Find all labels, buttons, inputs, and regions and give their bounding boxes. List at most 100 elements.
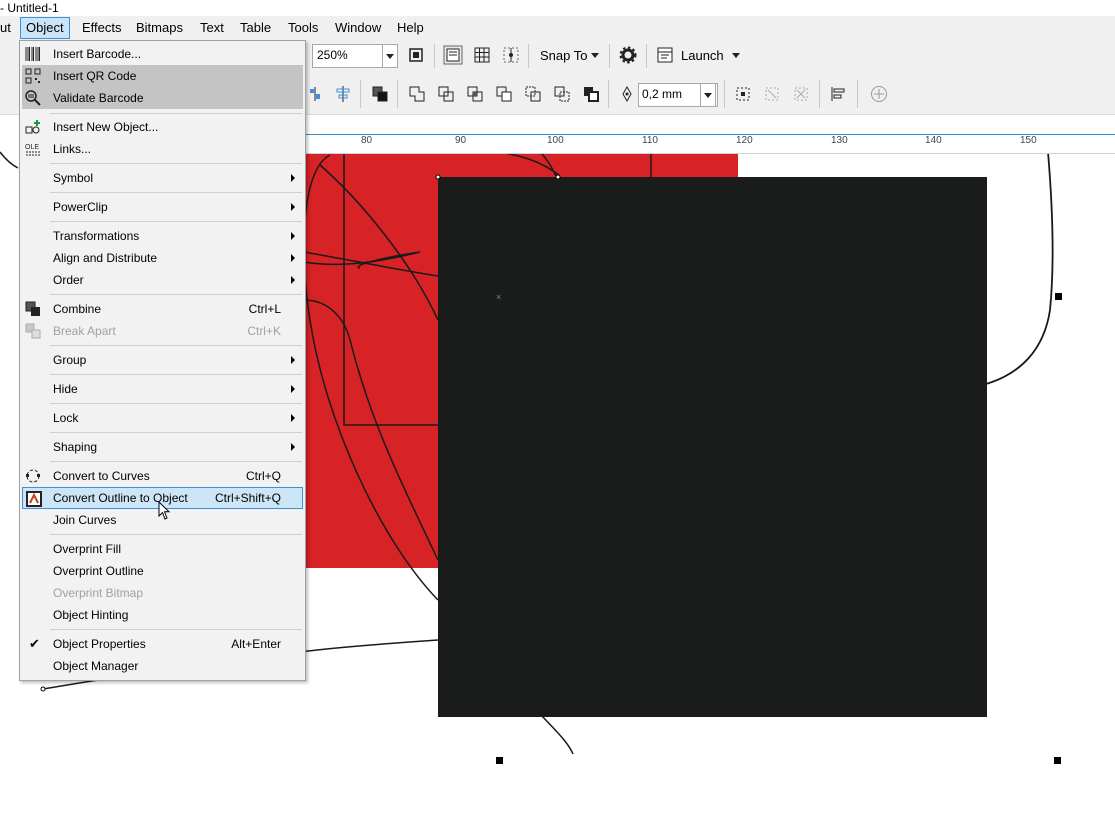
node-handle[interactable] bbox=[435, 174, 441, 180]
menu-effects[interactable]: Effects bbox=[77, 18, 127, 38]
menu-item-object-properties[interactable]: ✔ Object Properties Alt+Enter bbox=[22, 633, 303, 655]
unlink-all-icon bbox=[794, 87, 808, 101]
barcode-icon bbox=[25, 47, 40, 61]
outline-width-dropdown-button[interactable] bbox=[700, 83, 716, 107]
create-boundary-icon[interactable] bbox=[582, 85, 600, 103]
horizontal-ruler[interactable]: 80 90 100 110 120 130 140 150 bbox=[305, 134, 1115, 154]
break-apart-icon bbox=[25, 323, 41, 339]
ruler-label: 120 bbox=[736, 135, 753, 146]
launch-chevron-down-icon[interactable] bbox=[732, 53, 740, 58]
menu-separator bbox=[50, 221, 302, 222]
menu-item-combine[interactable]: Combine Ctrl+L bbox=[22, 298, 303, 320]
convert-outline-icon bbox=[26, 491, 42, 507]
submenu-arrow-icon bbox=[291, 254, 295, 262]
zoom-dropdown-button[interactable] bbox=[382, 44, 398, 68]
toolbar-separator bbox=[434, 44, 435, 68]
distribute-icon[interactable] bbox=[334, 85, 352, 103]
menu-item-hide[interactable]: Hide bbox=[22, 378, 303, 400]
menu-item-overprint-bitmap: Overprint Bitmap bbox=[53, 586, 144, 600]
selection-handle[interactable] bbox=[496, 757, 503, 764]
mouse-cursor-icon bbox=[158, 501, 171, 520]
checkmark-icon: ✔ bbox=[29, 636, 40, 651]
menu-separator bbox=[50, 534, 302, 535]
order-to-front-icon[interactable] bbox=[371, 85, 389, 103]
weld-icon[interactable] bbox=[408, 85, 426, 103]
front-minus-back-icon[interactable] bbox=[524, 85, 542, 103]
menu-help[interactable]: Help bbox=[392, 18, 429, 38]
zoom-to-page-icon[interactable] bbox=[407, 46, 425, 64]
ruler-label: 80 bbox=[361, 135, 373, 146]
black-rectangle[interactable] bbox=[438, 177, 987, 717]
gear-icon[interactable] bbox=[619, 46, 637, 64]
menu-separator bbox=[50, 113, 302, 114]
simplify-icon[interactable] bbox=[495, 85, 513, 103]
menu-item-convert-to-curves[interactable]: Convert to Curves Ctrl+Q bbox=[22, 465, 303, 487]
menu-layout[interactable]: ut bbox=[0, 18, 16, 38]
menu-item-overprint-fill[interactable]: Overprint Fill bbox=[22, 538, 303, 560]
snap-to-button[interactable]: Snap To bbox=[540, 48, 587, 63]
menu-item-links[interactable]: OLE Links... bbox=[22, 138, 303, 160]
menu-separator bbox=[50, 461, 302, 462]
menu-item-insert-qr-code[interactable]: Insert QR Code bbox=[22, 65, 303, 87]
node-handle[interactable] bbox=[555, 174, 561, 180]
menu-item-align-and-distribute[interactable]: Align and Distribute bbox=[22, 247, 303, 269]
align-distribute-icon[interactable] bbox=[829, 85, 847, 103]
outline-width-value: 0,2 mm bbox=[642, 87, 683, 101]
submenu-arrow-icon bbox=[291, 385, 295, 393]
submenu-arrow-icon bbox=[291, 232, 295, 240]
menu-text[interactable]: Text bbox=[195, 18, 229, 38]
zoom-level-value: 250% bbox=[317, 48, 348, 62]
submenu-arrow-icon bbox=[291, 443, 295, 451]
menu-item-break-apart: Break Apart Ctrl+K bbox=[22, 320, 303, 342]
window-title: - Untitled-1 bbox=[0, 1, 59, 15]
toolbar-separator bbox=[857, 80, 858, 108]
menu-item-lock[interactable]: Lock bbox=[22, 407, 303, 429]
ruler-label: 140 bbox=[925, 135, 942, 146]
snap-to-chevron-down-icon[interactable] bbox=[591, 53, 599, 58]
menu-bar: ut Object Effects Bitmaps Text Table Too… bbox=[0, 16, 1115, 41]
menu-bitmaps[interactable]: Bitmaps bbox=[131, 18, 188, 38]
menu-tools[interactable]: Tools bbox=[283, 18, 323, 38]
menu-item-insert-new-object[interactable]: Insert New Object... bbox=[22, 116, 303, 138]
intersect-icon[interactable] bbox=[466, 85, 484, 103]
add-icon[interactable] bbox=[870, 85, 888, 103]
menu-item-overprint-outline[interactable]: Overprint Outline bbox=[22, 560, 303, 582]
menu-item-transformations[interactable]: Transformations bbox=[22, 225, 303, 247]
align-icon[interactable] bbox=[306, 85, 324, 103]
menu-object[interactable]: Object bbox=[20, 17, 70, 39]
trim-icon[interactable] bbox=[437, 85, 455, 103]
menu-item-object-hinting[interactable]: Object Hinting bbox=[22, 604, 303, 626]
show-guidelines-icon[interactable] bbox=[502, 46, 520, 64]
selection-handle[interactable] bbox=[1054, 757, 1061, 764]
menu-item-validate-barcode[interactable]: Validate Barcode bbox=[22, 87, 303, 109]
submenu-arrow-icon bbox=[291, 174, 295, 182]
show-rulers-icon[interactable] bbox=[443, 45, 463, 65]
menu-separator bbox=[50, 432, 302, 433]
menu-window[interactable]: Window bbox=[330, 18, 386, 38]
menu-item-insert-barcode[interactable]: Insert Barcode... bbox=[22, 43, 303, 65]
menu-item-powerclip[interactable]: PowerClip bbox=[22, 196, 303, 218]
node-handle[interactable] bbox=[40, 686, 46, 692]
toolbar-separator bbox=[819, 80, 820, 108]
submenu-arrow-icon bbox=[291, 276, 295, 284]
menu-table[interactable]: Table bbox=[235, 18, 276, 38]
menu-item-symbol[interactable]: Symbol bbox=[22, 167, 303, 189]
launch-icon[interactable] bbox=[656, 46, 674, 64]
menu-item-shaping[interactable]: Shaping bbox=[22, 436, 303, 458]
toolbar-separator bbox=[646, 44, 647, 68]
insert-object-icon bbox=[25, 120, 40, 134]
back-minus-front-icon[interactable] bbox=[553, 85, 571, 103]
show-grid-icon[interactable] bbox=[473, 46, 491, 64]
link-icon[interactable] bbox=[734, 85, 752, 103]
ole-links-icon: OLE bbox=[25, 144, 40, 156]
launch-button[interactable]: Launch bbox=[681, 48, 724, 63]
menu-item-object-manager[interactable]: Object Manager bbox=[22, 655, 303, 677]
submenu-arrow-icon bbox=[291, 356, 295, 364]
selection-handle[interactable] bbox=[1055, 293, 1062, 300]
center-marker: × bbox=[496, 292, 501, 302]
toolbar-separator bbox=[360, 80, 361, 108]
unlink-icon bbox=[765, 87, 779, 101]
menu-item-group[interactable]: Group bbox=[22, 349, 303, 371]
toolbar-separator bbox=[608, 80, 609, 108]
menu-item-order[interactable]: Order bbox=[22, 269, 303, 291]
